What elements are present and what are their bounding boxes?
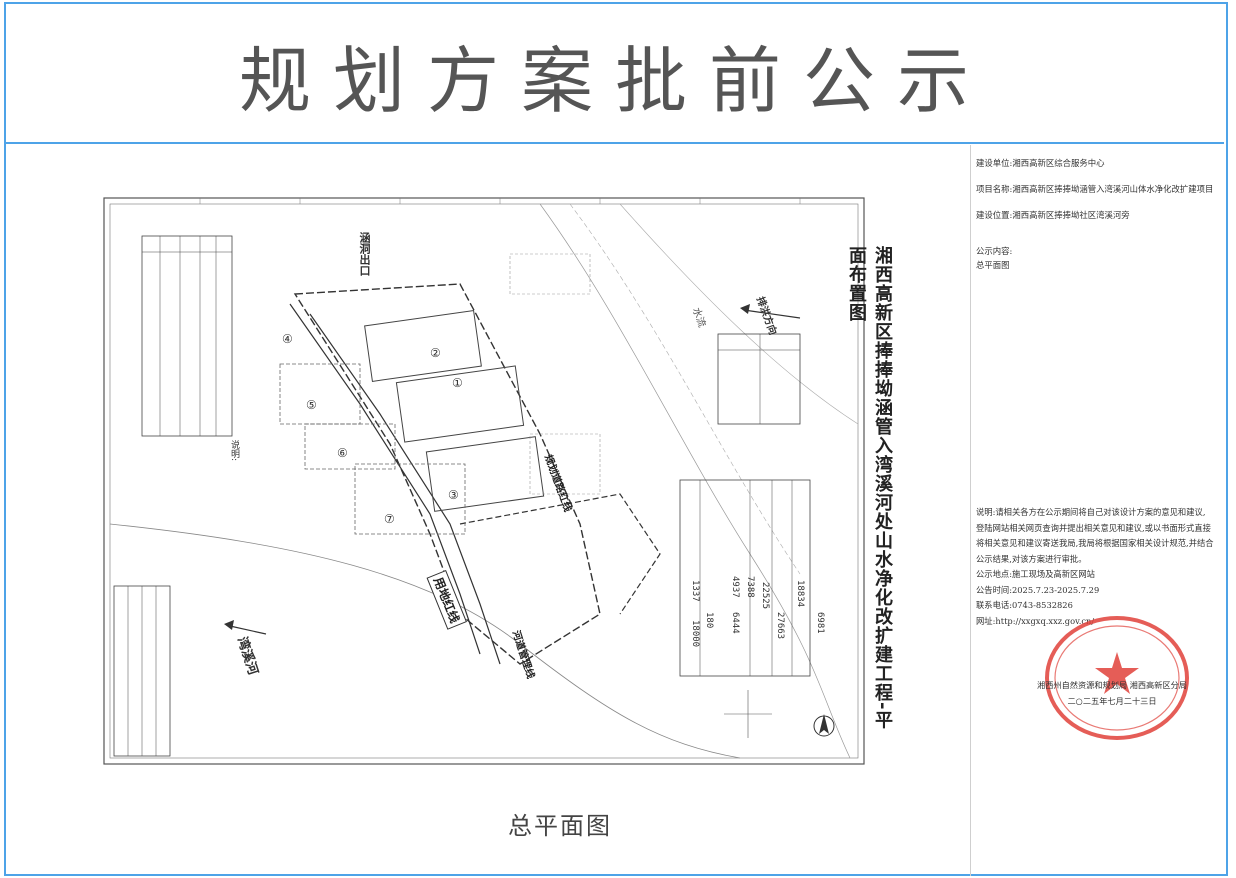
table-value-10: 6444 <box>730 612 740 634</box>
issue-date: 二○二五年七月二十三日 <box>1067 696 1157 706</box>
site-number-3: ③ <box>448 488 459 502</box>
notice-notes: 说明:请相关各方在公示期间将自己对该设计方案的意见和建议, 登陆网站相关网页查询… <box>976 505 1228 629</box>
note-line: 登陆网站相关网页查询并提出相关意见和建议,或以书面形式直接 <box>976 522 1211 533</box>
construction-unit: 建设单位:湘西高新区综合服务中心 <box>976 158 1105 168</box>
table-value-9: 18000 <box>690 620 700 648</box>
page-title: 规划方案批前公示 <box>238 39 991 123</box>
notes-heading: 说明: <box>229 440 239 462</box>
issuer-org: 湘西州自然资源和规划局 湘西高新区分局 <box>1037 680 1187 690</box>
site-plan-drawing <box>103 197 865 765</box>
column-divider <box>970 145 971 876</box>
table-value-1: 18834 <box>795 580 805 608</box>
table-value-3: 22525 <box>760 582 770 610</box>
site-number-1: ① <box>452 376 463 390</box>
drawing-title: 湘西高新区捧捧坳涵管入湾溪河处山水净化改扩建工程-平面布置图 <box>846 246 893 730</box>
note-line: 公示结果,对该方案进行审批。 <box>976 553 1087 564</box>
title-band: 规划方案批前公示 <box>6 4 1224 144</box>
note-line: 将相关意见和建议寄送我局,我局将根据国家相关设计规范,并结合 <box>976 538 1214 548</box>
outlet-label: 涵洞出口 <box>358 232 371 276</box>
table-value-5: 4937 <box>730 576 740 598</box>
project-name: 项目名称:湘西高新区捧捧坳涵管入湾溪河山体水净化改扩建项目 <box>976 184 1214 194</box>
project-info: 建设单位:湘西高新区综合服务中心 项目名称:湘西高新区捧捧坳涵管入湾溪河山体水净… <box>976 156 1222 272</box>
site-number-7: ⑦ <box>384 512 395 526</box>
note-line: 说明:请相关各方在公示期间将自己对该设计方案的意见和建议, <box>976 507 1206 517</box>
plan-caption: 总平面图 <box>508 812 612 840</box>
content-heading: 公示内容: <box>976 246 1013 256</box>
site-number-5: ⑤ <box>306 398 317 412</box>
table-value-4: 27663 <box>775 612 785 640</box>
construction-location: 建设位置:湘西高新区捧捧坳社区湾溪河旁 <box>976 210 1130 220</box>
site-number-6: ⑥ <box>337 446 348 460</box>
table-value-2: 6981 <box>815 612 825 634</box>
note-line: 公告时间:2025.7.23-2025.7.29 <box>976 584 1100 595</box>
issuer-block: 湘西州自然资源和规划局 湘西高新区分局 二○二五年七月二十三日 <box>1012 677 1212 709</box>
table-value-6: 7388 <box>745 576 755 598</box>
note-line: 公示地点:施工现场及高新区网站 <box>976 569 1095 579</box>
table-value-7: 1337 <box>690 580 700 602</box>
table-value-8: 180 <box>704 612 714 629</box>
site-number-2: ② <box>430 346 441 360</box>
site-number-4: ④ <box>282 332 293 346</box>
content-item: 总平面图 <box>976 260 1010 270</box>
